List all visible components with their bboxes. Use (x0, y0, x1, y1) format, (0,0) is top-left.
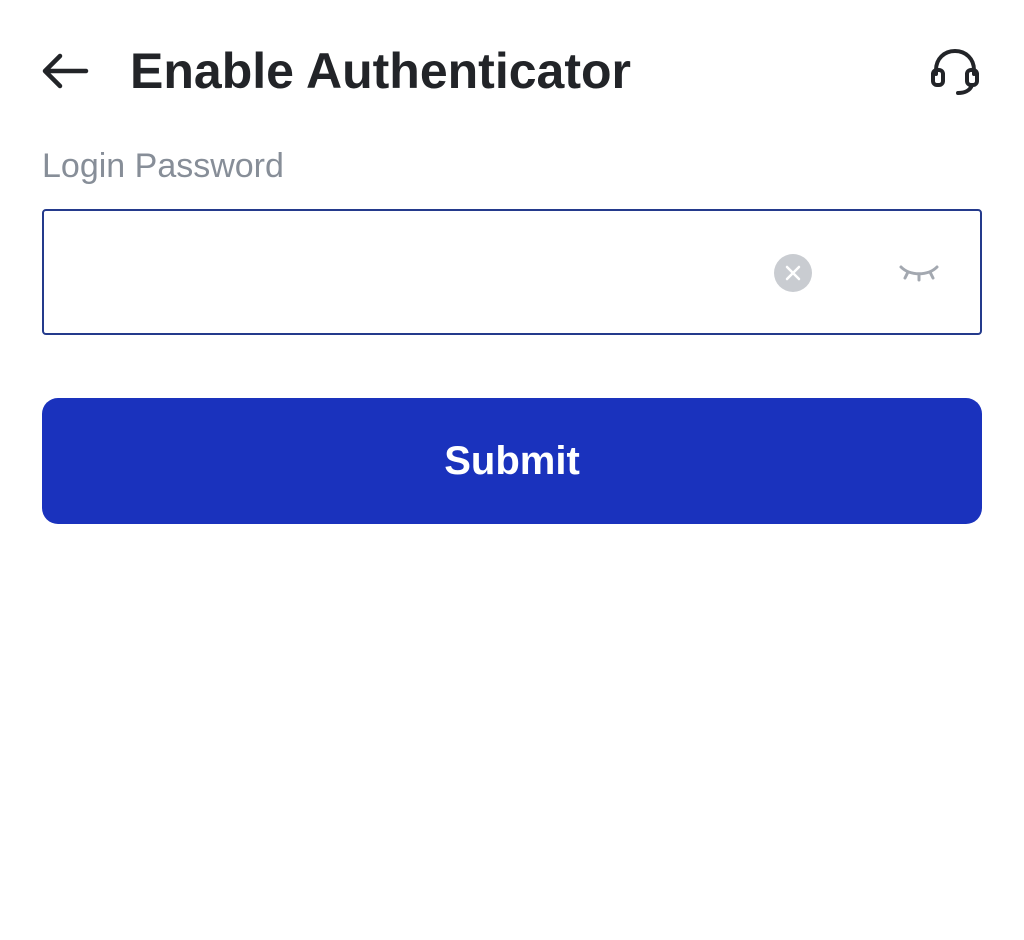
clear-input-button[interactable] (774, 254, 812, 292)
eye-closed-icon (899, 265, 939, 282)
arrow-left-icon (42, 53, 89, 89)
page-title: Enable Authenticator (130, 43, 631, 99)
headset-icon (931, 48, 979, 95)
clear-circle-icon (785, 265, 801, 281)
back-button[interactable] (38, 48, 92, 94)
login-password-label: Login Password (42, 147, 284, 185)
customer-support-button[interactable] (926, 46, 984, 98)
submit-button[interactable]: Submit (42, 398, 982, 524)
top-app-bar: Enable Authenticator (0, 0, 1024, 140)
login-password-input[interactable] (64, 211, 764, 333)
toggle-password-visibility-button[interactable] (896, 255, 942, 289)
login-password-field[interactable] (42, 209, 982, 335)
